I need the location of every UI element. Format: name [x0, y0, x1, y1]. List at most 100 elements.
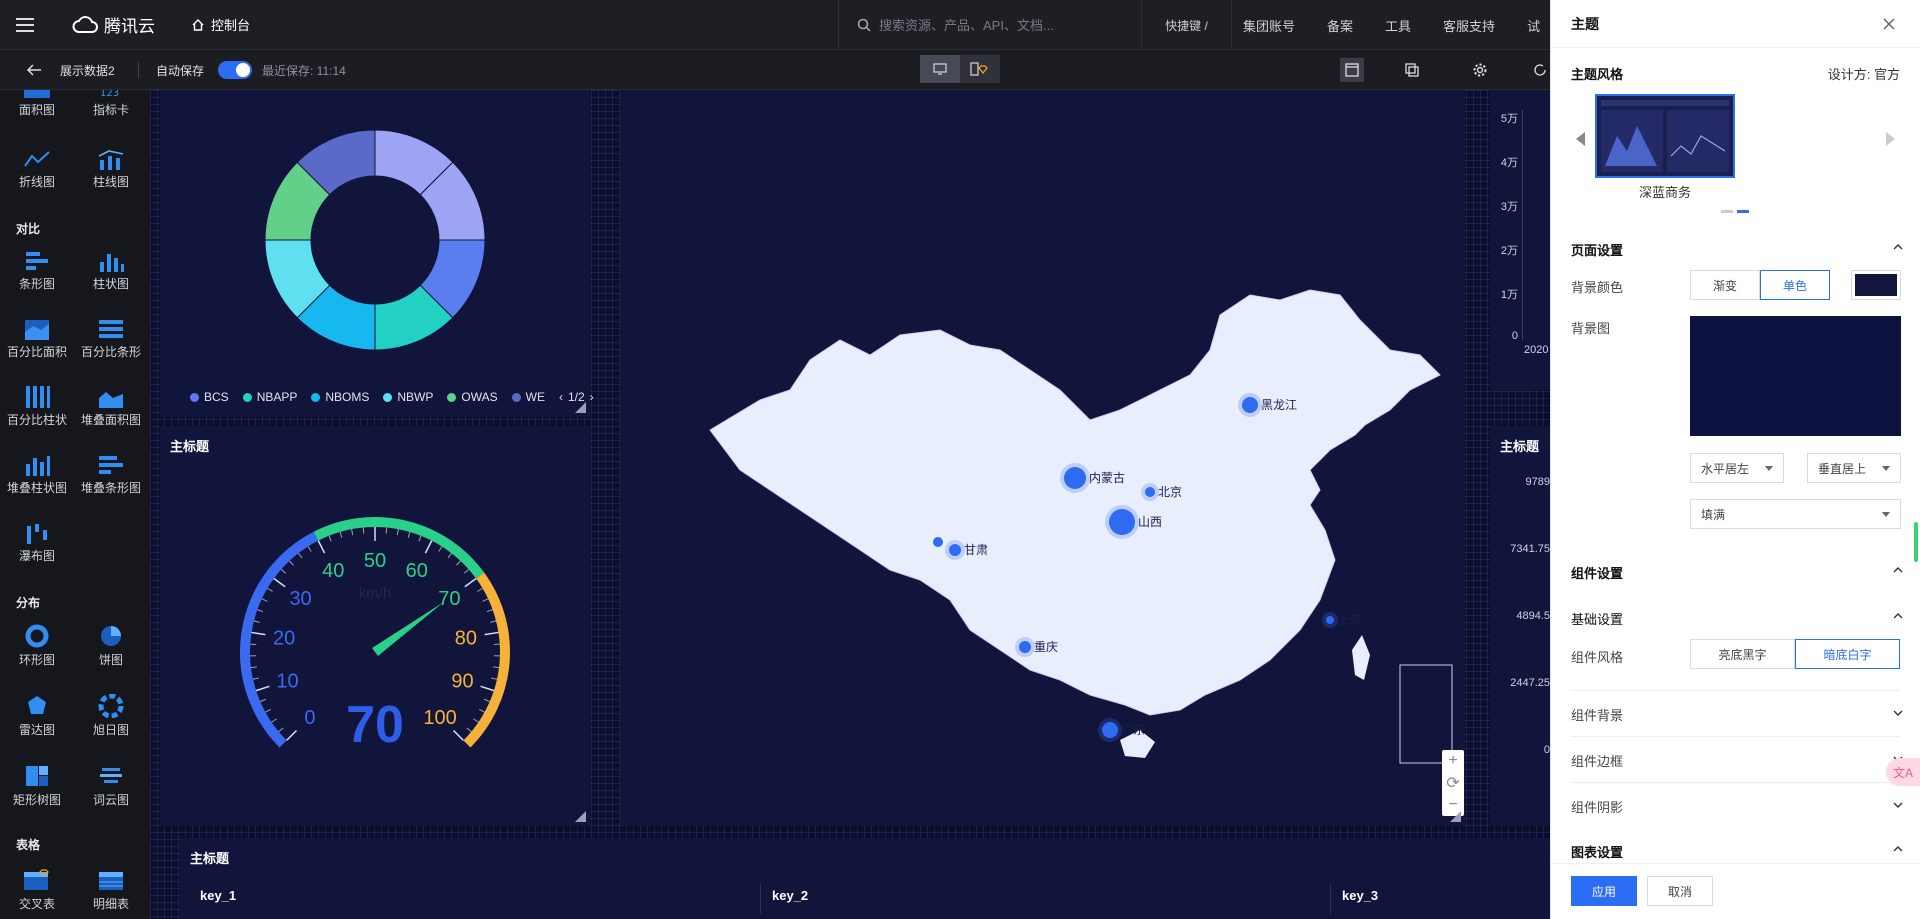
map-marker[interactable] — [1102, 722, 1118, 738]
page-name[interactable]: 展示数据2 — [60, 50, 115, 90]
chevron-up-icon[interactable] — [1892, 843, 1904, 855]
bg-solid-button[interactable]: 单色 — [1760, 270, 1830, 300]
comp-percent-column[interactable]: 百分比柱状 — [2, 386, 72, 428]
map-marker[interactable] — [1064, 467, 1086, 489]
carousel-dot[interactable] — [1721, 210, 1733, 213]
map-marker[interactable] — [933, 537, 943, 547]
fill-mode-select[interactable]: 填满 — [1690, 499, 1901, 529]
bg-image-preview[interactable] — [1690, 316, 1901, 436]
chevron-up-icon[interactable] — [1892, 241, 1904, 253]
comp-detail-table[interactable]: 明细表 — [76, 868, 146, 912]
desktop-view-button[interactable] — [920, 55, 960, 83]
table-header-key2[interactable]: key_2 — [772, 888, 808, 903]
brand-logo[interactable]: 腾讯云 — [72, 12, 155, 37]
map-marker[interactable] — [949, 544, 961, 556]
zoom-in-button[interactable]: + — [1442, 750, 1464, 772]
right-bottom-chart-panel[interactable]: 主标题 9789 7341.75 4894.5 2447.25 0 — [1490, 426, 1550, 826]
comp-stacked-column[interactable]: 堆叠柱状图 — [2, 454, 72, 496]
bg-gradient-button[interactable]: 渐变 — [1690, 270, 1760, 300]
translate-float-icon[interactable]: 文A — [1886, 758, 1920, 786]
comp-stacked-bar[interactable]: 堆叠条形图 — [76, 454, 146, 496]
h-align-select[interactable]: 水平居左 — [1690, 453, 1784, 483]
scrollbar-thumb[interactable] — [1914, 522, 1918, 562]
chart-settings-heading[interactable]: 图表设置 — [1571, 842, 1623, 861]
hamburger-menu-icon[interactable] — [0, 0, 50, 50]
nav-filing[interactable]: 备案 — [1327, 16, 1353, 35]
apply-button[interactable]: 应用 — [1571, 876, 1637, 906]
comp-sunburst[interactable]: 旭日图 — [76, 694, 146, 738]
comp-treemap[interactable]: 矩形树图 — [2, 764, 72, 808]
nav-truncated[interactable]: 试 — [1527, 16, 1540, 35]
comp-stacked-area[interactable]: 堆叠面积图 — [76, 386, 146, 428]
close-icon[interactable] — [1882, 17, 1896, 31]
settings-button[interactable] — [1468, 58, 1492, 82]
chevron-up-icon[interactable] — [1892, 610, 1904, 622]
resize-handle[interactable] — [575, 811, 586, 822]
style-light-button[interactable]: 亮底黑字 — [1690, 639, 1795, 669]
chevron-down-icon[interactable] — [1892, 707, 1904, 719]
component-shadow-heading[interactable]: 组件阴影 — [1571, 797, 1623, 816]
mobile-view-button[interactable] — [960, 55, 1000, 83]
prev-theme-icon[interactable] — [1576, 132, 1586, 146]
comp-waterfall[interactable]: 瀑布图 — [2, 522, 72, 564]
page-settings-heading[interactable]: 页面设置 — [1571, 240, 1623, 259]
page-settings-button[interactable] — [1340, 58, 1364, 82]
legend-item[interactable]: WE — [511, 390, 545, 404]
autosave-toggle[interactable] — [218, 61, 252, 79]
comp-ring-chart[interactable]: 环形图 — [2, 624, 72, 668]
comp-pie-chart[interactable]: 饼图 — [76, 624, 146, 668]
comp-horizontal-bar[interactable]: 条形图 — [2, 250, 72, 292]
comp-radar-chart[interactable]: 雷达图 — [2, 694, 72, 738]
chevron-up-icon[interactable] — [1892, 564, 1904, 576]
legend-item[interactable]: NBOMS — [311, 390, 369, 404]
autosave-toggle-wrap[interactable] — [218, 50, 252, 90]
component-border-heading[interactable]: 组件边框 — [1571, 751, 1623, 770]
table-header-key1[interactable]: key_1 — [200, 888, 236, 903]
comp-metric-card[interactable]: 123 指标卡 — [76, 90, 146, 118]
chevron-down-icon[interactable] — [1892, 799, 1904, 811]
legend-item[interactable]: NBWP — [383, 390, 433, 404]
component-bg-heading[interactable]: 组件背景 — [1571, 705, 1623, 724]
map-marker[interactable] — [1109, 509, 1135, 535]
search-input[interactable] — [879, 17, 1169, 33]
v-align-select[interactable]: 垂直居上 — [1807, 453, 1901, 483]
copy-button[interactable] — [1400, 58, 1424, 82]
table-panel[interactable]: 主标题 key_1 key_2 key_3 — [180, 838, 1550, 919]
style-dark-button[interactable]: 暗底白字 — [1795, 639, 1900, 669]
right-top-chart-panel[interactable]: 5万 4万 3万 2万 1万 0 2020 — [1490, 90, 1550, 390]
back-button[interactable] — [26, 50, 42, 90]
legend-item[interactable]: NBAPP — [242, 390, 297, 404]
legend-item[interactable]: BCS — [190, 390, 229, 404]
carousel-dot-active[interactable] — [1737, 210, 1749, 213]
map-marker[interactable] — [1242, 397, 1258, 413]
legend-item[interactable]: OWAS — [447, 390, 498, 404]
nav-support[interactable]: 客服支持 — [1443, 16, 1495, 35]
map-marker[interactable] — [1326, 616, 1334, 624]
comp-percent-area[interactable]: 百分比面积 — [2, 318, 72, 360]
next-theme-icon[interactable] — [1885, 132, 1895, 146]
component-settings-heading[interactable]: 组件设置 — [1571, 563, 1623, 582]
basic-settings-heading[interactable]: 基础设置 — [1571, 609, 1623, 628]
donut-chart-panel[interactable]: BCS NBAPP NBOMS NBWP OWAS WE ‹ 1/2 › — [160, 90, 594, 417]
comp-cross-table[interactable]: 交叉表 — [2, 868, 72, 912]
nav-group-account[interactable]: 集团账号 — [1243, 16, 1295, 35]
comp-column-chart[interactable]: 柱状图 — [76, 250, 146, 292]
comp-word-cloud[interactable]: 词云图 — [76, 764, 146, 808]
refresh-button[interactable] — [1528, 58, 1552, 82]
comp-bar-line-chart[interactable]: 柱线图 — [76, 148, 146, 190]
cancel-button[interactable]: 取消 — [1647, 876, 1713, 906]
map-marker[interactable] — [1145, 487, 1155, 497]
theme-thumbnail-deep-blue[interactable] — [1595, 94, 1735, 178]
resize-handle[interactable] — [1450, 811, 1461, 822]
console-link[interactable]: 控制台 — [191, 15, 250, 34]
global-search[interactable]: 快捷键 / — [838, 0, 1232, 50]
resize-handle[interactable] — [575, 402, 586, 413]
comp-line-chart[interactable]: 折线图 — [2, 148, 72, 190]
map-marker[interactable] — [1019, 641, 1031, 653]
reset-view-button[interactable]: ⟳ — [1442, 772, 1464, 794]
map-panel[interactable]: 黑龙江 内蒙古 北京 山西 甘肃 上海 重庆 广东 + ⟳ − — [620, 90, 1465, 826]
gauge-chart-panel[interactable]: 主标题 0 10 20 30 40 50 60 70 80 90 100 km/h 70 — [160, 426, 590, 826]
table-header-key3[interactable]: key_3 — [1342, 888, 1378, 903]
comp-area-chart[interactable]: 面积图 — [2, 90, 72, 118]
nav-tools[interactable]: 工具 — [1385, 16, 1411, 35]
